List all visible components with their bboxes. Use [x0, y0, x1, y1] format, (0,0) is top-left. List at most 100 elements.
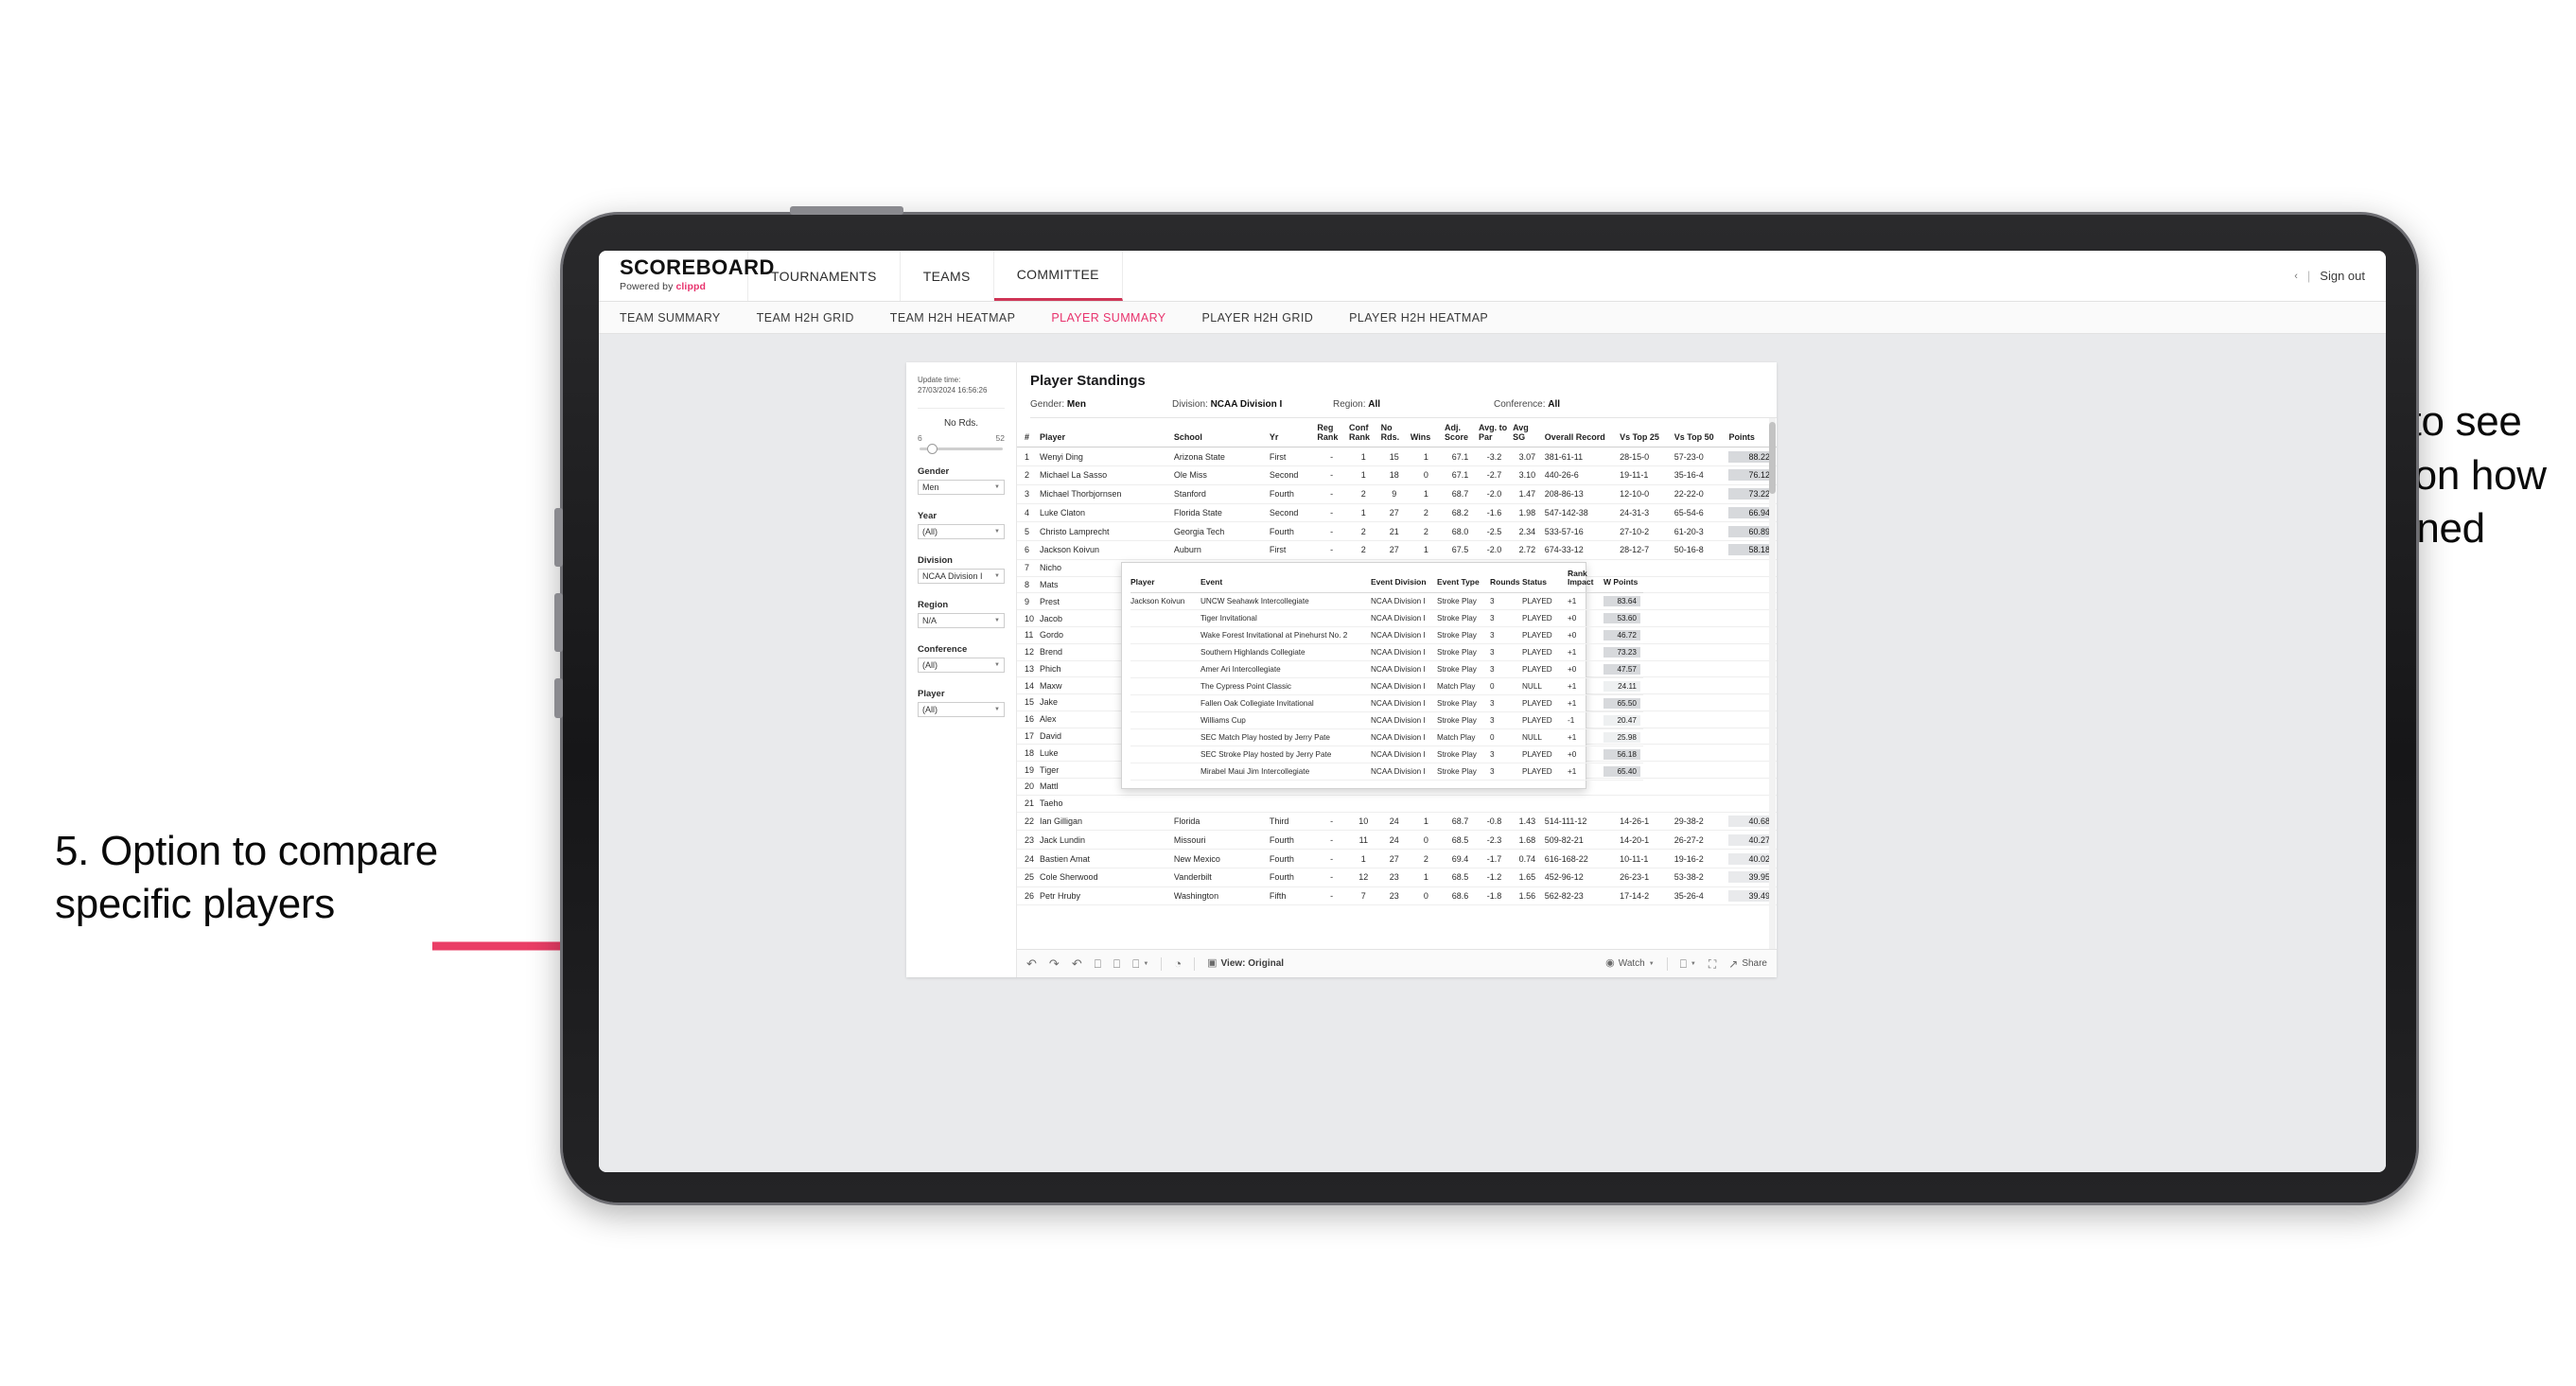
cell-sg	[1513, 795, 1545, 813]
points-value[interactable]: 40.27	[1728, 833, 1774, 846]
points-value[interactable]: 40.68	[1728, 815, 1774, 827]
data-guide-icon[interactable]: ◔	[1174, 957, 1182, 970]
side-button[interactable]	[554, 678, 563, 718]
custom-views-button[interactable]: ⎕ ▼	[1132, 958, 1148, 970]
filter-year-select[interactable]: (All) ▼	[918, 523, 1005, 539]
table-row[interactable]: 21 Taeho	[1017, 795, 1777, 813]
scrollbar-thumb[interactable]	[1769, 422, 1776, 494]
cell-player: Taeho	[1040, 795, 1174, 813]
points-value[interactable]: 39.49	[1728, 890, 1774, 903]
table-row[interactable]: 25 Cole Sherwood Vanderbilt Fourth -12 23 1 68.…	[1017, 868, 1777, 887]
meta-gender-label: Gender:	[1030, 399, 1065, 410]
cell-t50	[1674, 728, 1729, 746]
points-value[interactable]: 40.02	[1728, 852, 1774, 865]
nav-tab-committee[interactable]: COMMITTEE	[993, 251, 1123, 301]
tt-cell-division: NCAA Division I	[1371, 694, 1437, 712]
col-overall-record[interactable]: Overall Record	[1544, 418, 1621, 448]
sign-out-link[interactable]: Sign out	[2320, 269, 2365, 283]
cell-school: New Mexico	[1173, 849, 1270, 868]
table-row[interactable]: 6 Jackson Koivun Auburn First -2 27 1 67.5 -2.0 2…	[1017, 540, 1777, 560]
col-avg-sg[interactable]: Avg SG	[1513, 418, 1545, 448]
points-value[interactable]: 88.22	[1728, 450, 1774, 463]
subnav-player-summary[interactable]: PLAYER SUMMARY	[1051, 311, 1165, 325]
cell-player: Michael La Sasso	[1040, 465, 1174, 485]
tt-col-w-points: W Points	[1603, 570, 1643, 593]
subnav-team-h2h-grid[interactable]: TEAM H2H GRID	[757, 311, 854, 325]
points-value[interactable]: 39.95	[1728, 871, 1774, 884]
filter-gender-select[interactable]: Men ▼	[918, 479, 1005, 495]
cell-record: 514-111-12	[1544, 812, 1621, 832]
revert-icon[interactable]: ↶	[1072, 957, 1082, 970]
table-row[interactable]: 26 Petr Hruby Washington Fifth -7 23 0 68.6 -1.8…	[1017, 886, 1777, 906]
col-yr[interactable]: Yr	[1269, 418, 1318, 448]
tt-cell-event: Southern Highlands Collegiate	[1200, 643, 1371, 661]
chevron-down-icon: ▼	[1143, 960, 1149, 967]
points-value[interactable]: 58.18	[1728, 544, 1774, 556]
nav-tab-teams[interactable]: TEAMS	[901, 251, 994, 301]
table-row[interactable]: 23 Jack Lundin Missouri Fourth -11 24 0 68.5 -2.…	[1017, 830, 1777, 851]
filter-player-select[interactable]: (All) ▼	[918, 701, 1005, 717]
standings-scroll-area[interactable]: # Player School Yr Reg Rank Conf Rank No…	[1017, 418, 1777, 949]
download-button[interactable]: ⎕ ▼	[1680, 958, 1696, 970]
col-adj-score[interactable]: Adj. Score	[1444, 418, 1480, 448]
col-wins[interactable]: Wins	[1410, 418, 1445, 448]
cell-reg: -	[1317, 812, 1349, 832]
points-value[interactable]: 76.12	[1728, 469, 1774, 482]
subnav-player-h2h-grid[interactable]: PLAYER H2H GRID	[1202, 311, 1314, 325]
cell-wins: 1	[1410, 447, 1445, 466]
col-no-rds[interactable]: No Rds.	[1380, 418, 1411, 448]
cell-player: Michael Thorbjornsen	[1040, 484, 1174, 504]
tooltip-table: Player Event Event Division Event Type R…	[1130, 569, 1643, 781]
tt-cell-rounds: 3	[1490, 643, 1522, 661]
table-row[interactable]: 3 Michael Thorbjornsen Stanford Fourth -2 9 1 6…	[1017, 484, 1777, 504]
col-avg-to-par[interactable]: Avg. to Par	[1479, 418, 1514, 448]
meta-division-label: Division:	[1172, 399, 1208, 410]
filter-region-select[interactable]: N/A ▼	[918, 612, 1005, 628]
subnav-team-h2h-heatmap[interactable]: TEAM H2H HEATMAP	[890, 311, 1016, 325]
redo-icon[interactable]: ↷	[1049, 957, 1060, 970]
tt-col-rank-impact: Rank Impact	[1568, 569, 1603, 593]
points-value[interactable]: 73.22	[1728, 488, 1774, 500]
undo-icon[interactable]: ↶	[1026, 957, 1037, 970]
table-row[interactable]: 4 Luke Claton Florida State Second -1 27 2 68.2…	[1017, 503, 1777, 523]
no-rounds-slider[interactable]	[920, 443, 1003, 454]
share-button[interactable]: ↗ Share	[1728, 958, 1767, 970]
table-row[interactable]: 1 Wenyi Ding Arizona State First -1 15 1 67.1 -3…	[1017, 447, 1777, 466]
view-original-button[interactable]: ▣ View: Original	[1207, 958, 1284, 970]
subnav-player-h2h-heatmap[interactable]: PLAYER H2H HEATMAP	[1349, 311, 1488, 325]
filter-conference-select[interactable]: (All) ▼	[918, 657, 1005, 673]
cell-rds: 27	[1380, 540, 1411, 560]
app-logo[interactable]: SCOREBOARD Powered by clippd	[599, 251, 774, 301]
nav-tab-tournaments[interactable]: TOURNAMENTS	[748, 251, 901, 301]
col-player[interactable]: Player	[1040, 418, 1174, 448]
filter-year-label: Year	[918, 510, 938, 521]
account-icon[interactable]: ‹	[2294, 271, 2298, 282]
volume-down-button[interactable]	[554, 593, 563, 652]
watch-button[interactable]: ◉ Watch ▼	[1605, 958, 1655, 970]
table-row[interactable]: 2 Michael La Sasso Ole Miss Second -1 18 0 67.1…	[1017, 465, 1777, 485]
refresh-data-icon[interactable]: ⎕	[1095, 958, 1101, 970]
col-conf-rank[interactable]: Conf Rank	[1348, 418, 1381, 448]
table-row[interactable]: 5 Christo Lamprecht Georgia Tech Fourth -2 21…	[1017, 521, 1777, 542]
fullscreen-icon[interactable]: ⛶	[1709, 958, 1716, 970]
filter-division-select[interactable]: NCAA Division I ▼	[918, 568, 1005, 584]
cell-rds: 23	[1380, 886, 1411, 906]
col-vs-top-25[interactable]: Vs Top 25	[1620, 418, 1674, 448]
points-value[interactable]: 66.94	[1728, 506, 1774, 518]
cell-wins: 2	[1410, 849, 1445, 868]
col-rank[interactable]: #	[1017, 418, 1041, 448]
table-row[interactable]: 24 Bastien Amat New Mexico Fourth -1 27 2 69.4-…	[1017, 849, 1777, 868]
power-button[interactable]	[790, 206, 903, 215]
volume-up-button[interactable]	[554, 508, 563, 567]
slider-handle[interactable]	[927, 443, 938, 454]
cell-rds: 18	[1380, 465, 1411, 485]
table-row[interactable]: 22 Ian Gilligan Florida Third -10 24 1 68.7 -0.8…	[1017, 812, 1777, 832]
col-vs-top-50[interactable]: Vs Top 50	[1674, 418, 1729, 448]
subnav-team-summary[interactable]: TEAM SUMMARY	[620, 311, 721, 325]
pause-updates-icon[interactable]: ⎕	[1113, 958, 1120, 970]
cell-player: Christo Lamprecht	[1040, 521, 1174, 542]
col-school[interactable]: School	[1173, 418, 1270, 448]
col-reg-rank[interactable]: Reg Rank	[1317, 418, 1349, 448]
points-value[interactable]: 60.89	[1728, 525, 1774, 537]
table-scrollbar[interactable]	[1769, 418, 1776, 949]
